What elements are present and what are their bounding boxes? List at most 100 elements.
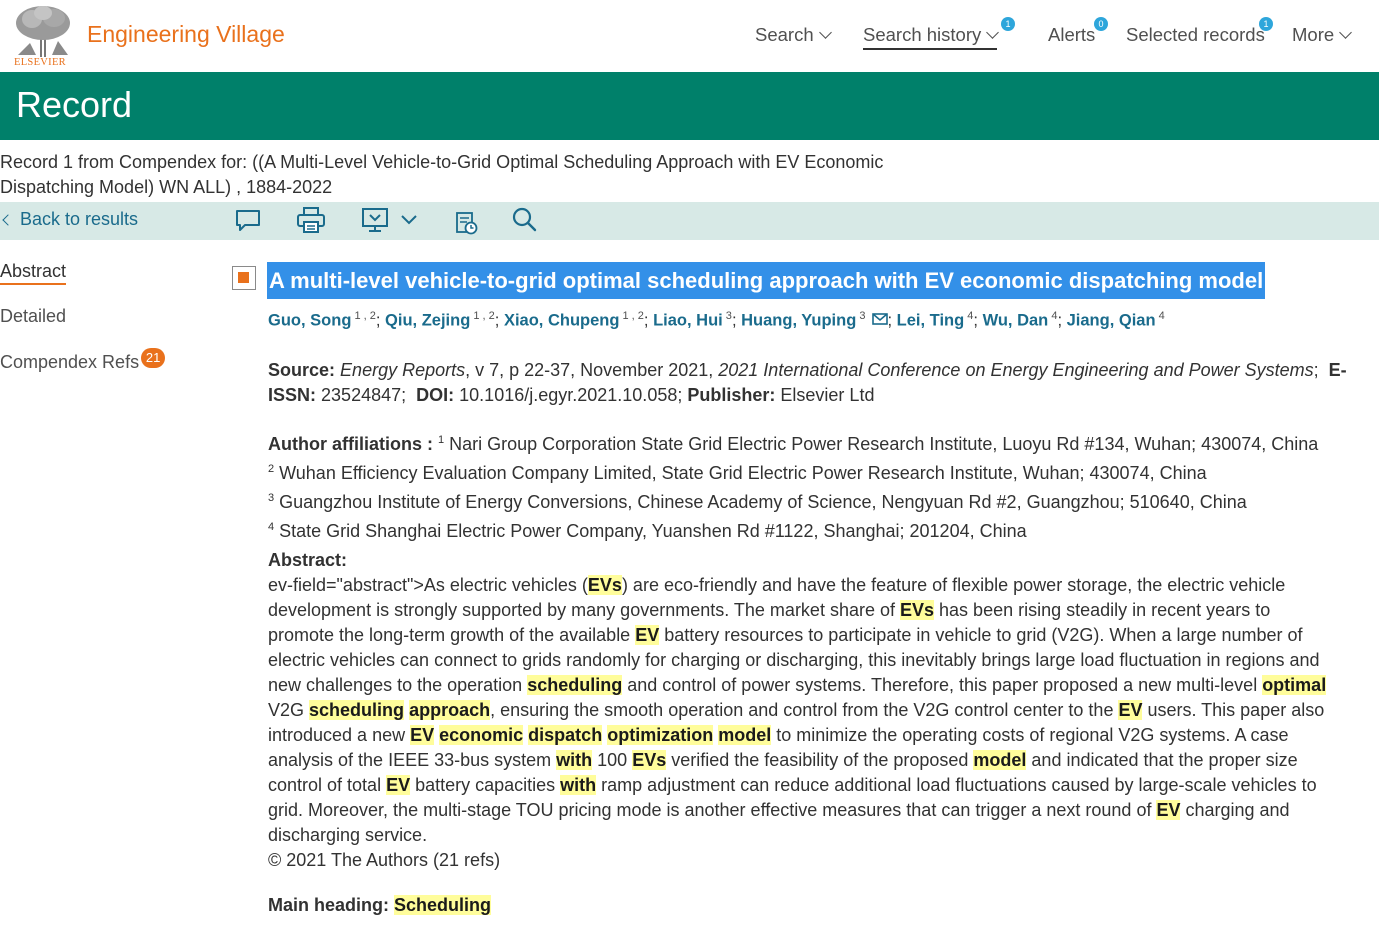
checkbox-checked-mark bbox=[238, 272, 249, 283]
eissn-value: 23524847 bbox=[321, 385, 402, 405]
elsevier-wordmark: ELSEVIER bbox=[14, 57, 66, 68]
nav-more-label: More bbox=[1292, 24, 1335, 45]
search-term-highlight: EV bbox=[1156, 800, 1181, 820]
chevron-down-icon bbox=[1339, 26, 1353, 39]
search-term-highlight: model bbox=[973, 750, 1027, 770]
abstract-line: control of total EV battery capacities w… bbox=[268, 775, 1317, 795]
nav-selected-records-label: Selected records bbox=[1126, 24, 1265, 45]
search-term-highlight: EV bbox=[635, 625, 660, 645]
author-affiliation-ref: 4 bbox=[964, 310, 974, 322]
source-label: Source: bbox=[268, 360, 336, 380]
chevron-left-icon bbox=[2, 213, 14, 226]
search-term-highlight: model bbox=[718, 725, 772, 745]
select-record-checkbox[interactable] bbox=[232, 266, 256, 290]
nav-search-label: Search bbox=[755, 24, 814, 45]
main-heading-label: Main heading: bbox=[268, 895, 389, 915]
search-icon bbox=[512, 207, 537, 232]
main-heading-section: Main heading: Scheduling bbox=[268, 893, 1363, 918]
nav-search[interactable]: Search bbox=[755, 24, 832, 46]
chevron-down-icon bbox=[818, 26, 832, 39]
source-conference: 2021 International Conference on Energy … bbox=[718, 360, 1314, 380]
author-list: Guo, Song 1 , 2; Qiu, Zejing 1 , 2; Xiao… bbox=[268, 310, 1165, 331]
abstract-line: introduced a new EV economic dispatch op… bbox=[268, 725, 1289, 745]
nav-alerts[interactable]: Alerts bbox=[1048, 24, 1095, 46]
nav-selected-records[interactable]: Selected records bbox=[1126, 24, 1265, 46]
abstract-line: development is strongly supported by man… bbox=[268, 600, 1271, 620]
author-link[interactable]: Wu, Dan bbox=[983, 312, 1049, 330]
affiliation-item: 2 Wuhan Efficiency Evaluation Company Li… bbox=[268, 463, 1207, 483]
page-title: Record bbox=[16, 84, 133, 125]
back-to-results-link[interactable]: Back to results bbox=[2, 209, 138, 230]
search-term-highlight: optimization bbox=[607, 725, 714, 745]
author-link[interactable]: Guo, Song bbox=[268, 312, 351, 330]
print-button[interactable] bbox=[296, 206, 326, 234]
nav-search-history[interactable]: Search history bbox=[863, 24, 1000, 50]
abstract-text: ev-field="abstract">As electric vehicles… bbox=[268, 573, 1363, 873]
abstract-label: Abstract: bbox=[268, 550, 348, 570]
query-line-2: Dispatching Model) WN ALL) , 1884-2022 bbox=[0, 177, 333, 197]
doi-label: DOI: bbox=[416, 385, 455, 405]
comment-button[interactable] bbox=[234, 206, 262, 234]
alerts-count-badge: 0 bbox=[1094, 17, 1108, 31]
email-icon[interactable] bbox=[871, 312, 888, 325]
abstract-line: new challenges to the operation scheduli… bbox=[268, 675, 1327, 695]
top-navigation: ELSEVIER Engineering Village Search Sear… bbox=[0, 0, 1379, 72]
search-term-highlight: optimal bbox=[1262, 675, 1327, 695]
record-title: A multi-level vehicle-to-grid optimal sc… bbox=[267, 262, 1266, 299]
abstract-line: discharging service. bbox=[268, 825, 428, 845]
print-icon bbox=[297, 207, 325, 233]
affiliations-label: Author affiliations : bbox=[268, 434, 433, 454]
author-link[interactable]: Jiang, Qian bbox=[1067, 312, 1156, 330]
search-within-button[interactable] bbox=[511, 206, 539, 234]
tab-compendex-refs-label: Compendex Refs bbox=[0, 352, 140, 372]
elsevier-logo[interactable]: ELSEVIER bbox=[12, 3, 76, 69]
record-toolbar: Back to results bbox=[0, 202, 1379, 240]
publisher-value: Elsevier Ltd bbox=[780, 385, 875, 405]
query-line-1: Record 1 from Compendex for: ((A Multi-L… bbox=[0, 152, 884, 172]
affiliation-item: 1 Nari Group Corporation State Grid Elec… bbox=[438, 434, 1319, 454]
author-link[interactable]: Huang, Yuping bbox=[741, 312, 856, 330]
search-term-highlight: scheduling bbox=[309, 700, 405, 720]
elsevier-tree-icon bbox=[12, 3, 74, 57]
author-affiliations: Author affiliations : 1 Nari Group Corpo… bbox=[268, 428, 1363, 544]
author-affiliation-ref: 1 , 2 bbox=[351, 310, 376, 322]
tab-detailed[interactable]: Detailed bbox=[0, 306, 66, 327]
selected-records-count-badge: 1 bbox=[1259, 17, 1273, 31]
author-affiliation-ref: 1 , 2 bbox=[470, 310, 495, 322]
search-term-highlight: with bbox=[560, 775, 597, 795]
doi-value[interactable]: 10.1016/j.egyr.2021.10.058 bbox=[459, 385, 677, 405]
author-link[interactable]: Lei, Ting bbox=[897, 312, 965, 330]
search-term-highlight: EV bbox=[410, 725, 435, 745]
author-separator: ; bbox=[1057, 311, 1067, 330]
save-to-folder-icon bbox=[456, 212, 478, 235]
tab-compendex-refs[interactable]: Compendex Refs 21 bbox=[0, 348, 166, 373]
publisher-label: Publisher: bbox=[687, 385, 776, 405]
search-term-highlight: EVs bbox=[587, 575, 622, 595]
save-to-folder-button[interactable] bbox=[454, 210, 480, 236]
tab-abstract[interactable]: Abstract bbox=[0, 261, 67, 285]
nav-more[interactable]: More bbox=[1292, 24, 1353, 46]
author-affiliation-ref: 1 , 2 bbox=[619, 310, 644, 322]
app-brand[interactable]: Engineering Village bbox=[87, 21, 285, 48]
abstract-line: ev-field="abstract">As electric vehicles… bbox=[268, 575, 1286, 595]
author-separator: ; bbox=[375, 311, 386, 330]
search-term-highlight: scheduling bbox=[527, 675, 623, 695]
affiliation-item: 3 Guangzhou Institute of Energy Conversi… bbox=[268, 492, 1247, 512]
source-details: , v 7, p 22-37, November 2021, bbox=[465, 360, 719, 380]
nav-alerts-label: Alerts bbox=[1048, 24, 1096, 45]
search-term-highlight: EV bbox=[1118, 700, 1143, 720]
author-affiliation-ref: 4 bbox=[1155, 310, 1165, 322]
author-link[interactable]: Liao, Hui bbox=[653, 312, 723, 330]
source-journal: Energy Reports bbox=[340, 360, 466, 380]
author-affiliation-ref: 3 bbox=[722, 310, 732, 322]
download-button[interactable] bbox=[361, 206, 423, 234]
abstract-line: grid. Moreover, the multi-stage TOU pric… bbox=[268, 800, 1290, 820]
abstract-section: Abstract: ev-field="abstract">As electri… bbox=[268, 548, 1363, 873]
author-separator: ; bbox=[643, 311, 654, 330]
author-link[interactable]: Qiu, Zejing bbox=[385, 312, 470, 330]
abstract-line: electric vehicles can connect to grids r… bbox=[268, 650, 1320, 670]
main-heading-value[interactable]: Scheduling bbox=[394, 895, 492, 915]
author-link[interactable]: Xiao, Chupeng bbox=[504, 312, 620, 330]
abstract-line: promote the long-term growth of the avai… bbox=[268, 625, 1303, 645]
search-term-highlight: dispatch bbox=[528, 725, 603, 745]
